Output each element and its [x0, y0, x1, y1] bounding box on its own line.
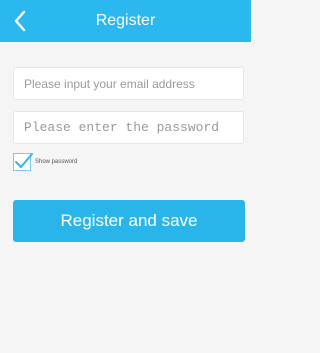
chevron-left-icon [13, 10, 27, 32]
show-password-checkbox[interactable] [13, 153, 33, 171]
show-password-label: Show password [35, 159, 78, 165]
back-button[interactable] [8, 8, 32, 34]
register-and-save-button[interactable]: Register and save [13, 200, 245, 242]
email-input[interactable] [13, 67, 244, 100]
page-title: Register [95, 12, 156, 29]
app-header: Register [0, 0, 251, 42]
show-password-toggle[interactable]: Show password [13, 151, 77, 173]
password-input[interactable] [13, 111, 244, 144]
